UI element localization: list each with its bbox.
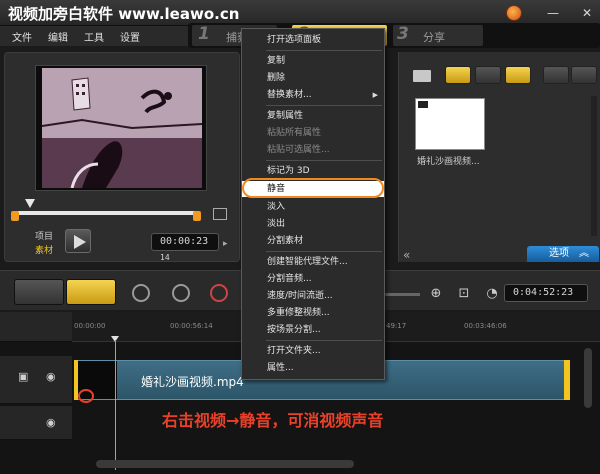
menu-separator [266, 105, 382, 106]
library-scrollbar[interactable] [591, 96, 597, 236]
collapse-library-icon[interactable]: « [403, 248, 410, 262]
audio-filter-button[interactable] [505, 66, 531, 84]
video-filter-button[interactable] [445, 66, 471, 84]
clip-end-handle[interactable] [564, 360, 570, 400]
timeline-horizontal-scrollbar[interactable] [96, 460, 354, 468]
video-badge-icon [418, 101, 428, 108]
timecode-value: 00:00:23 [160, 236, 209, 247]
preview-screen [35, 65, 207, 191]
ctx-split-audio[interactable]: 分割音频... [242, 271, 384, 287]
copy-frame-icon[interactable] [213, 208, 227, 220]
ctx-open-folder[interactable]: 打开文件夹... [242, 343, 384, 359]
scrub-bar[interactable] [17, 211, 199, 215]
overlay-track-header[interactable]: ◉ [0, 406, 72, 440]
ctx-mark-3d[interactable]: 标记为 3D [242, 163, 384, 179]
minimize-button[interactable]: — [546, 6, 560, 20]
menu-tools[interactable]: 工具 [84, 29, 104, 44]
ctx-copy[interactable]: 复制 [242, 53, 384, 69]
tab-share[interactable]: 3 分享 [393, 24, 483, 46]
project-duration-icon: ◔ [486, 286, 498, 301]
ctx-paste-selected-attributes: 粘贴可选属性... [267, 145, 330, 155]
mode-clip[interactable]: 素材 [35, 243, 53, 256]
submenu-arrow-icon: ▶ [372, 91, 378, 99]
ruler-tick: 00:00:56:14 [170, 322, 213, 330]
image-filter-button[interactable] [475, 66, 501, 84]
timeline-vertical-scrollbar[interactable] [584, 348, 592, 408]
menu-separator [266, 251, 382, 252]
ctx-properties[interactable]: 属性... [242, 360, 384, 376]
ctx-create-smart-proxy[interactable]: 创建智能代理文件... [242, 254, 384, 270]
zoom-slider[interactable] [380, 293, 420, 296]
audio-badge-highlight [78, 389, 94, 403]
timecode-frame: 14 [160, 253, 170, 262]
window-title: 视频加旁白软件 www.leawo.cn [8, 5, 240, 23]
menu-edit[interactable]: 编辑 [48, 29, 68, 44]
ctx-split-by-scene[interactable]: 按场景分割... [242, 322, 384, 338]
preview-frame-image [42, 68, 202, 188]
expand-options-icon: ︽ [579, 248, 589, 259]
timeline-view-button[interactable] [66, 279, 116, 305]
storyboard-view-button[interactable] [14, 279, 64, 305]
options-label: 选项 [549, 248, 569, 259]
context-menu: 打开选项面板 复制 删除 替换素材... ▶ 复制属性 粘贴所有属性 粘贴可选属… [241, 28, 385, 380]
library-clip-thumbnail[interactable] [415, 98, 485, 150]
timecode-step-arrow[interactable]: ▸ [223, 239, 228, 249]
close-button[interactable]: ✕ [580, 6, 594, 20]
ctx-speed-time-lapse[interactable]: 速度/时间流逝... [242, 288, 384, 304]
zoom-in-icon[interactable]: ⊕ [428, 286, 444, 302]
track-visibility-icon[interactable]: ◉ [46, 370, 56, 383]
ctx-replace-clip-label: 替换素材... [267, 90, 312, 100]
library-clip-caption: 婚礼沙画视频... [417, 157, 480, 167]
clip-name: 婚礼沙画视频.mp4 [141, 375, 244, 389]
overlay-track-icon: ◉ [46, 416, 56, 429]
ruler-tick: 00:00:00 [74, 322, 106, 330]
redo-icon[interactable] [172, 284, 190, 302]
ctx-replace-clip[interactable]: 替换素材... ▶ [242, 87, 384, 103]
ctx-split-clip[interactable]: 分割素材 [242, 233, 384, 249]
playhead-marker[interactable] [25, 199, 35, 208]
app-logo-icon [506, 5, 522, 21]
menu-separator [266, 340, 382, 341]
play-button[interactable] [65, 229, 91, 253]
video-track-header[interactable]: ▣ ◉ [0, 356, 72, 404]
ctx-multi-trim-video[interactable]: 多重修整视频... [242, 305, 384, 321]
menu-file[interactable]: 文件 [12, 29, 32, 44]
ctx-fade-out[interactable]: 淡出 [242, 216, 384, 232]
video-track-icon: ▣ [18, 370, 29, 383]
menu-separator [266, 50, 382, 51]
menu-separator [266, 160, 382, 161]
annotation-text: 右击视频→静音，可消视频声音 [162, 411, 384, 430]
thumbnail-view-button[interactable] [571, 66, 597, 84]
timeline-timecode[interactable]: 0:04:52:23 [504, 284, 588, 302]
mode-project[interactable]: 项目 [35, 229, 53, 242]
trim-end-handle[interactable] [193, 211, 201, 221]
step-number: 3 [397, 24, 409, 44]
ruler-tick: 00:03:46:06 [464, 322, 507, 330]
timeline-playhead[interactable] [115, 340, 116, 470]
list-view-button[interactable] [543, 66, 569, 84]
library-panel: 婚礼沙画视频... « 选项 ︽ [398, 52, 600, 262]
menu-settings[interactable]: 设置 [120, 29, 140, 44]
ctx-copy-attributes[interactable]: 复制属性 [242, 108, 384, 124]
ctx-delete[interactable]: 删除 [242, 70, 384, 86]
options-button[interactable]: 选项 ︽ [527, 246, 599, 262]
ctx-paste-all-attributes: 粘贴所有属性 [267, 128, 322, 138]
ctx-open-options[interactable]: 打开选项面板 [242, 32, 384, 48]
folder-icon[interactable] [413, 70, 431, 82]
record-capture-icon[interactable] [210, 284, 228, 302]
ruler-tick: 49:17 [386, 322, 407, 330]
mute-highlight-ring [242, 178, 384, 198]
track-header-tools [0, 312, 72, 342]
preview-timecode[interactable]: 00:00:23 14 [151, 233, 219, 262]
step-number: 1 [198, 24, 210, 44]
ctx-fade-in[interactable]: 淡入 [242, 199, 384, 215]
trim-start-handle[interactable] [11, 211, 19, 221]
preview-panel: 项目 素材 00:00:23 14 ▸ [4, 52, 240, 262]
undo-icon[interactable] [132, 284, 150, 302]
fit-project-icon[interactable]: ⊡ [456, 286, 472, 302]
step-label: 分享 [423, 31, 445, 44]
